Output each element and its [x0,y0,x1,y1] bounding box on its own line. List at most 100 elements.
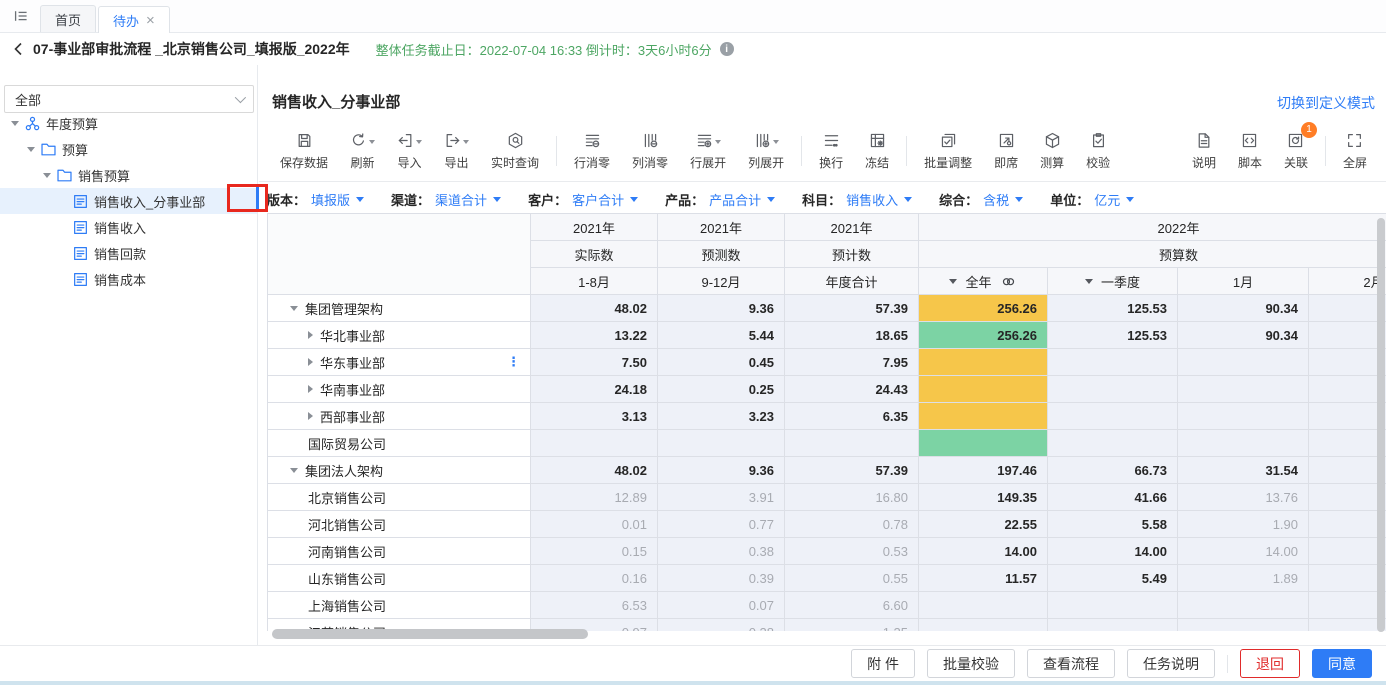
row-expand-icon[interactable] [290,467,298,473]
data-cell[interactable] [1308,483,1386,511]
data-cell[interactable]: 41.66 [1047,483,1178,511]
tree-item-3[interactable]: 销售收入_分事业部 [0,188,257,214]
collapse-menu-icon[interactable] [6,3,36,29]
horizontal-scrollbar[interactable] [272,629,588,639]
data-cell[interactable]: 9.36 [657,456,785,484]
row-expand-icon[interactable] [308,358,313,366]
data-cell[interactable]: 31.54 [1177,456,1309,484]
data-cell[interactable] [918,402,1048,430]
data-cell[interactable]: 6.35 [784,402,919,430]
data-cell[interactable]: 66.73 [1047,456,1178,484]
data-cell[interactable]: 256.26 [918,294,1048,322]
data-cell[interactable]: 0.01 [530,510,658,538]
row-label-cell[interactable]: 山东销售公司 [267,564,531,592]
toolbar-adhoc-button[interactable]: 即席 [983,131,1029,171]
header-period-q1[interactable]: 一季度 [1047,267,1178,295]
data-cell[interactable] [1308,402,1386,430]
toolbar-batch-button[interactable]: 批量调整 [913,131,983,171]
batch-validate-button[interactable]: 批量校验 [927,649,1015,678]
data-cell[interactable] [1308,456,1386,484]
toolbar-save-button[interactable]: 保存数据 [269,131,339,171]
data-cell[interactable] [1047,618,1178,631]
data-cell[interactable] [1308,510,1386,538]
toolbar-notes-button[interactable]: 说明 [1181,131,1227,171]
filter-value-dropdown[interactable]: 填报版 [311,190,350,209]
data-cell[interactable]: 9.36 [657,294,785,322]
tab-todo[interactable]: 待办 × [98,6,170,33]
toolbar-rowexpand-button[interactable]: 行展开 [679,131,737,171]
toolbar-import-button[interactable]: 导入 [386,131,433,171]
data-cell[interactable] [1177,402,1309,430]
toolbar-fullscreen-button[interactable]: 全屏 [1332,131,1378,171]
data-cell[interactable] [1047,429,1178,457]
reject-button[interactable]: 退回 [1240,649,1300,678]
row-expand-icon[interactable] [308,412,313,420]
data-cell[interactable] [1308,348,1386,376]
data-cell[interactable] [1308,591,1386,619]
row-label-cell[interactable]: 上海销售公司 [267,591,531,619]
data-cell[interactable]: 0.38 [657,537,785,565]
data-cell[interactable]: 5.58 [1047,510,1178,538]
link-icon[interactable] [1000,273,1017,290]
data-cell[interactable]: 3.23 [657,402,785,430]
close-icon[interactable]: × [146,13,155,28]
dropdown-triangle-icon[interactable] [1126,196,1135,202]
task-note-button[interactable]: 任务说明 [1127,649,1215,678]
data-cell[interactable]: 22.55 [918,510,1048,538]
data-cell[interactable] [784,429,919,457]
header-period-full-year[interactable]: 全年 [918,267,1048,295]
toolbar-relation-button[interactable]: 关联 1 [1273,121,1319,171]
data-cell[interactable]: 0.28 [657,618,785,631]
data-cell[interactable] [918,348,1048,376]
data-cell[interactable] [1177,348,1309,376]
row-label-cell[interactable]: 国际贸易公司 [267,429,531,457]
tree-item-5[interactable]: 销售回款 [0,240,257,266]
approve-button[interactable]: 同意 [1312,649,1372,678]
data-cell[interactable] [1308,294,1386,322]
data-cell[interactable] [530,429,658,457]
data-cell[interactable]: 0.45 [657,348,785,376]
data-cell[interactable]: 18.65 [784,321,919,349]
toolbar-validate-button[interactable]: 校验 [1075,131,1121,171]
toolbar-colzero-button[interactable]: 列消零 [621,131,679,171]
data-cell[interactable] [657,429,785,457]
data-cell[interactable] [1047,375,1178,403]
toolbar-colexpand-button[interactable]: 列展开 [737,131,795,171]
data-cell[interactable]: 7.50 [530,348,658,376]
data-cell[interactable] [1308,375,1386,403]
data-cell[interactable]: 0.25 [657,375,785,403]
tree-item-6[interactable]: 销售成本 [0,266,257,292]
dropdown-triangle-icon[interactable] [493,196,502,202]
dropdown-triangle-icon[interactable] [1015,196,1024,202]
toolbar-calc-button[interactable]: 测算 [1029,131,1075,171]
data-cell[interactable]: 5.49 [1047,564,1178,592]
data-cell[interactable]: 13.22 [530,321,658,349]
data-cell[interactable]: 11.57 [918,564,1048,592]
data-cell[interactable]: 0.55 [784,564,919,592]
data-cell[interactable]: 3.91 [657,483,785,511]
data-cell[interactable]: 1.25 [784,618,919,631]
data-cell[interactable]: 0.53 [784,537,919,565]
data-cell[interactable]: 5.44 [657,321,785,349]
sidebar-resize-handle[interactable] [256,187,259,210]
row-expand-icon[interactable] [308,385,313,393]
data-cell[interactable] [1177,429,1309,457]
data-cell[interactable]: 149.35 [918,483,1048,511]
data-cell[interactable]: 13.76 [1177,483,1309,511]
data-cell[interactable] [1308,618,1386,631]
toolbar-freeze-button[interactable]: 冻结 [854,131,900,171]
data-cell[interactable] [1177,591,1309,619]
row-expand-icon[interactable] [308,331,313,339]
row-label-cell[interactable]: 华南事业部 [267,375,531,403]
data-cell[interactable]: 7.95 [784,348,919,376]
data-cell[interactable]: 0.78 [784,510,919,538]
data-cell[interactable]: 57.39 [784,456,919,484]
data-cell[interactable]: 14.00 [1177,537,1309,565]
filter-value-dropdown[interactable]: 客户合计 [572,190,624,209]
data-cell[interactable]: 1.89 [1177,564,1309,592]
data-cell[interactable] [1047,348,1178,376]
tree-item-4[interactable]: 销售收入 [0,214,257,240]
toolbar-wrap-button[interactable]: 换行 [808,131,854,171]
data-cell[interactable]: 0.07 [657,591,785,619]
row-label-cell[interactable]: 北京销售公司 [267,483,531,511]
